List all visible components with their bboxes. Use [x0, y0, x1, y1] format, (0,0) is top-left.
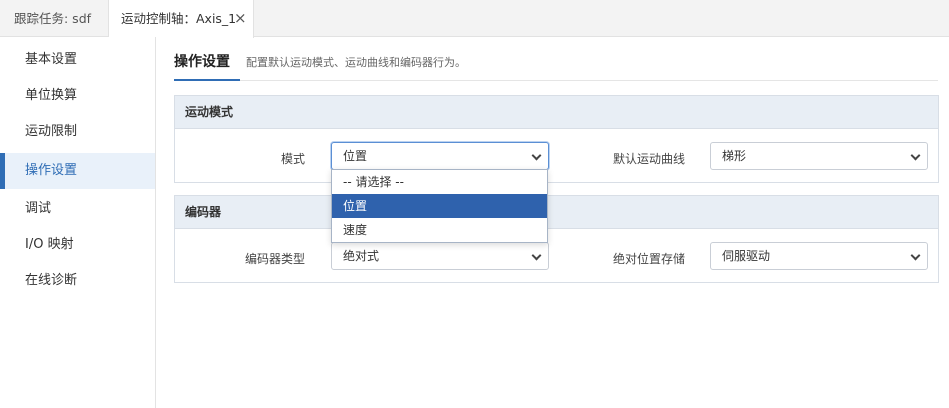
sidebar-item-motion-limits[interactable]: 运动限制	[0, 114, 155, 150]
active-marker	[0, 153, 5, 189]
absolute-position-storage-label: 绝对位置存储	[612, 252, 685, 266]
mode-dropdown-list: -- 请选择 -- 位置 速度	[331, 169, 548, 243]
tab-bar: 跟踪任务: sdf 运动控制轴：Axis_1 ×	[0, 0, 949, 38]
tab-tracking-task[interactable]: 跟踪任务: sdf	[14, 0, 91, 37]
encoder-type-select[interactable]: 绝对式	[331, 242, 549, 270]
encoder-type-label: 编码器类型	[244, 252, 305, 266]
mode-select-value: 位置	[343, 149, 368, 163]
tab-axis-1-label: 运动控制轴：Axis_1	[121, 11, 237, 26]
sidebar-item-operation-settings[interactable]: 操作设置	[0, 153, 155, 189]
default-curve-select[interactable]: 梯形	[710, 142, 928, 170]
sidebar-item-basic-settings[interactable]: 基本设置	[0, 42, 155, 78]
sidebar-item-debug[interactable]: 调试	[0, 191, 155, 227]
mode-option-placeholder[interactable]: -- 请选择 --	[332, 170, 547, 194]
mode-option-position[interactable]: 位置	[332, 194, 547, 218]
sidebar-item-label: 操作设置	[25, 163, 78, 178]
encoder-panel-title: 编码器	[175, 196, 938, 229]
chevron-down-icon	[531, 250, 542, 261]
encoder-type-value: 绝对式	[343, 249, 380, 263]
default-curve-label: 默认运动曲线	[612, 152, 685, 166]
motion-mode-panel: 运动模式 模式 位置 默认运动曲线 梯形	[174, 95, 939, 183]
page-description: 配置默认运动模式、运动曲线和编码器行为。	[246, 56, 466, 69]
encoder-panel: 编码器 编码器类型 绝对式 绝对位置存储 伺服驱动	[174, 195, 939, 283]
close-icon[interactable]: ×	[234, 0, 247, 37]
absolute-position-storage-select[interactable]: 伺服驱动	[710, 242, 928, 270]
mode-select[interactable]: 位置	[331, 142, 549, 170]
sidebar-item-io-mapping[interactable]: I/O 映射	[0, 227, 155, 263]
chevron-down-icon	[910, 150, 921, 161]
chevron-down-icon	[910, 250, 921, 261]
chevron-down-icon	[531, 150, 542, 161]
title-underline	[174, 79, 240, 81]
sidebar-item-unit-conversion[interactable]: 单位换算	[0, 78, 155, 114]
sidebar: 基本设置 单位换算 运动限制 操作设置 调试 I/O 映射 在线诊断	[0, 37, 156, 408]
mode-label: 模式	[280, 152, 305, 166]
title-divider	[174, 80, 938, 81]
page-title: 操作设置	[174, 54, 230, 70]
mode-option-velocity[interactable]: 速度	[332, 218, 547, 242]
absolute-position-storage-value: 伺服驱动	[722, 249, 771, 263]
default-curve-value: 梯形	[722, 149, 747, 163]
motion-mode-panel-title: 运动模式	[175, 96, 938, 129]
tab-axis-1[interactable]: 运动控制轴：Axis_1 ×	[108, 0, 254, 38]
sidebar-item-online-diagnostics[interactable]: 在线诊断	[0, 263, 155, 299]
